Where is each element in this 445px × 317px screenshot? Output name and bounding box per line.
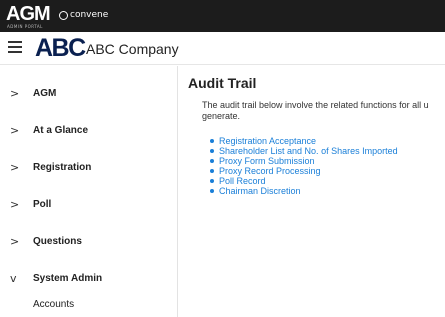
link-registration-acceptance[interactable]: Registration Acceptance (219, 136, 316, 146)
sidebar-item-questions[interactable]: > Questions (0, 224, 177, 261)
sidebar: > AGM > At a Glance > Registration > Pol… (0, 66, 178, 317)
sidebar-item-label: At a Glance (33, 125, 89, 136)
convene-logo-text: convene (70, 10, 109, 20)
chevron-right-icon: > (10, 87, 20, 100)
agm-logo[interactable]: AGM ADMIN PORTAL convene (6, 2, 146, 30)
top-bar: AGM ADMIN PORTAL convene (0, 0, 445, 32)
page-title: Audit Trail (188, 75, 257, 91)
sidebar-item-label: Registration (33, 162, 92, 173)
company-logo: ABC (35, 34, 86, 62)
chevron-right-icon: > (10, 198, 20, 211)
convene-icon (59, 11, 68, 20)
agm-logo-subtext: ADMIN PORTAL (7, 24, 43, 29)
app-header: ABC ABC Company (0, 32, 445, 65)
sidebar-item-label: System Admin (33, 273, 103, 284)
sidebar-item-label: AGM (33, 88, 57, 99)
sidebar-item-registration[interactable]: > Registration (0, 150, 177, 187)
agm-logo-text: AGM (6, 3, 51, 25)
chevron-right-icon: > (10, 235, 20, 248)
list-item: Shareholder List and No. of Shares Impor… (210, 146, 398, 156)
chevron-right-icon: > (10, 161, 20, 174)
link-proxy-record-processing[interactable]: Proxy Record Processing (219, 166, 321, 176)
list-item: Proxy Record Processing (210, 166, 398, 176)
list-item: Proxy Form Submission (210, 156, 398, 166)
sidebar-subitem-accounts[interactable]: Accounts (33, 298, 74, 312)
sidebar-item-poll[interactable]: > Poll (0, 187, 177, 224)
link-shareholder-list[interactable]: Shareholder List and No. of Shares Impor… (219, 146, 398, 156)
audit-link-list: Registration Acceptance Shareholder List… (210, 136, 398, 196)
main-content: Audit Trail The audit trail below involv… (178, 66, 445, 317)
hamburger-menu-icon[interactable] (8, 40, 22, 54)
sidebar-item-system-admin[interactable]: v System Admin (0, 261, 177, 298)
intro-text: The audit trail below involve the relate… (202, 100, 429, 110)
chevron-right-icon: > (10, 124, 20, 137)
company-name: ABC Company (86, 41, 179, 57)
list-item: Registration Acceptance (210, 136, 398, 146)
link-proxy-form-submission[interactable]: Proxy Form Submission (219, 156, 315, 166)
intro-text-continued: generate. (202, 111, 241, 121)
list-item: Poll Record (210, 176, 398, 186)
link-chairman-discretion[interactable]: Chairman Discretion (219, 186, 301, 196)
sidebar-item-at-a-glance[interactable]: > At a Glance (0, 113, 177, 150)
link-poll-record[interactable]: Poll Record (219, 176, 266, 186)
chevron-down-icon: v (10, 272, 17, 285)
list-item: Chairman Discretion (210, 186, 398, 196)
sidebar-item-label: Poll (33, 199, 52, 210)
sidebar-item-agm[interactable]: > AGM (0, 76, 177, 113)
sidebar-item-label: Questions (33, 236, 82, 247)
